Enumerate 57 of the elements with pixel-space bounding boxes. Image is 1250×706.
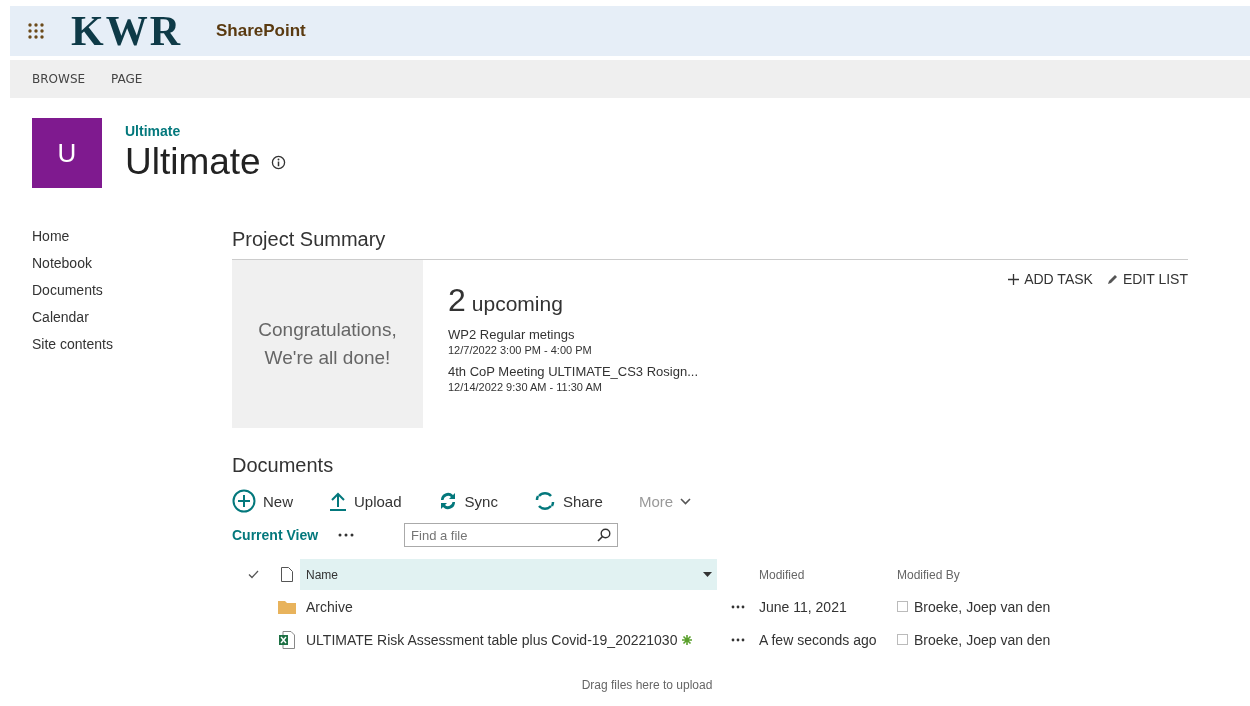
table-cell: Broeke, Joep van den	[914, 598, 1051, 615]
upcoming-count: 2	[448, 282, 466, 319]
table-cell: Broeke, Joep van den	[914, 631, 1051, 648]
checkmark-icon[interactable]	[247, 570, 259, 579]
table-cell-text: A few seconds ago	[759, 631, 878, 648]
breadcrumb-link[interactable]: Ultimate	[125, 123, 286, 139]
table-cell-text: June 11, 2021	[759, 598, 848, 615]
nav-link[interactable]: Notebook	[32, 255, 232, 271]
done-message: Congratulations, We're all done!	[257, 318, 398, 370]
section-heading: Documents	[232, 454, 335, 477]
more-options-icon[interactable]	[731, 637, 745, 642]
app-launcher-icon[interactable]	[27, 22, 45, 40]
share-icon	[533, 491, 556, 511]
site-logo-tile: U	[32, 118, 102, 188]
command-button[interactable]: Upload	[329, 491, 402, 511]
search-icon	[597, 528, 612, 542]
drop-hint: Drag files here to upload	[580, 678, 714, 692]
ribbon-tab[interactable]: BROWSE	[32, 72, 86, 86]
folder-icon	[278, 599, 296, 614]
chevron-down-icon	[680, 497, 692, 505]
command-button[interactable]: Sync	[437, 491, 498, 511]
upload-arrow-icon	[329, 491, 347, 511]
nav-link[interactable]: Site contents	[32, 336, 232, 352]
pencil-icon	[1106, 273, 1118, 285]
command-button[interactable]: Share	[533, 491, 603, 511]
command-button[interactable]: New	[232, 489, 293, 513]
column-header[interactable]: Modified	[759, 567, 897, 582]
event-title[interactable]: 4th CoP Meeting ULTIMATE_CS3 Rosign...	[448, 364, 698, 379]
plus-icon	[1008, 273, 1020, 285]
event-time: 12/14/2022 9:30 AM - 11:30 AM	[448, 381, 603, 393]
ribbon-tab[interactable]: PAGE	[111, 72, 143, 86]
document-icon	[281, 567, 293, 582]
file-name-link[interactable]: ULTIMATE Risk Assessment table plus Covid-19_20221030	[306, 631, 678, 648]
info-icon[interactable]	[270, 154, 286, 170]
nav-link[interactable]: Home	[32, 228, 232, 244]
event-title[interactable]: WP2 Regular metings	[448, 327, 698, 342]
file-name-link[interactable]: Archive	[306, 598, 353, 615]
upcoming-label: upcoming	[471, 292, 563, 316]
more-options-icon[interactable]	[338, 533, 355, 537]
site-title: Ultimate	[125, 141, 261, 183]
presence-square-icon	[897, 634, 908, 645]
app-name[interactable]: SharePoint	[216, 21, 306, 41]
dropdown-caret-icon	[703, 572, 712, 577]
column-header[interactable]: Name	[300, 559, 717, 590]
logo[interactable]: KWR	[71, 10, 182, 52]
presence-square-icon	[897, 601, 908, 612]
plus-circle-icon	[232, 489, 256, 513]
column-header[interactable]: Modified By	[897, 567, 960, 582]
nav-link[interactable]: Documents	[32, 282, 232, 298]
nav-link[interactable]: Calendar	[32, 309, 232, 325]
list-action-link[interactable]: EDIT LIST	[1106, 269, 1188, 289]
list-action-link[interactable]: ADD TASK	[1008, 269, 1093, 289]
more-options-icon[interactable]	[731, 604, 745, 609]
spreadsheet-file-icon	[279, 630, 295, 649]
current-view-link[interactable]: Current View	[232, 527, 319, 543]
search-field[interactable]: Find a file	[404, 523, 619, 547]
event-time: 12/7/2022 3:00 PM - 4:00 PM	[448, 344, 593, 356]
